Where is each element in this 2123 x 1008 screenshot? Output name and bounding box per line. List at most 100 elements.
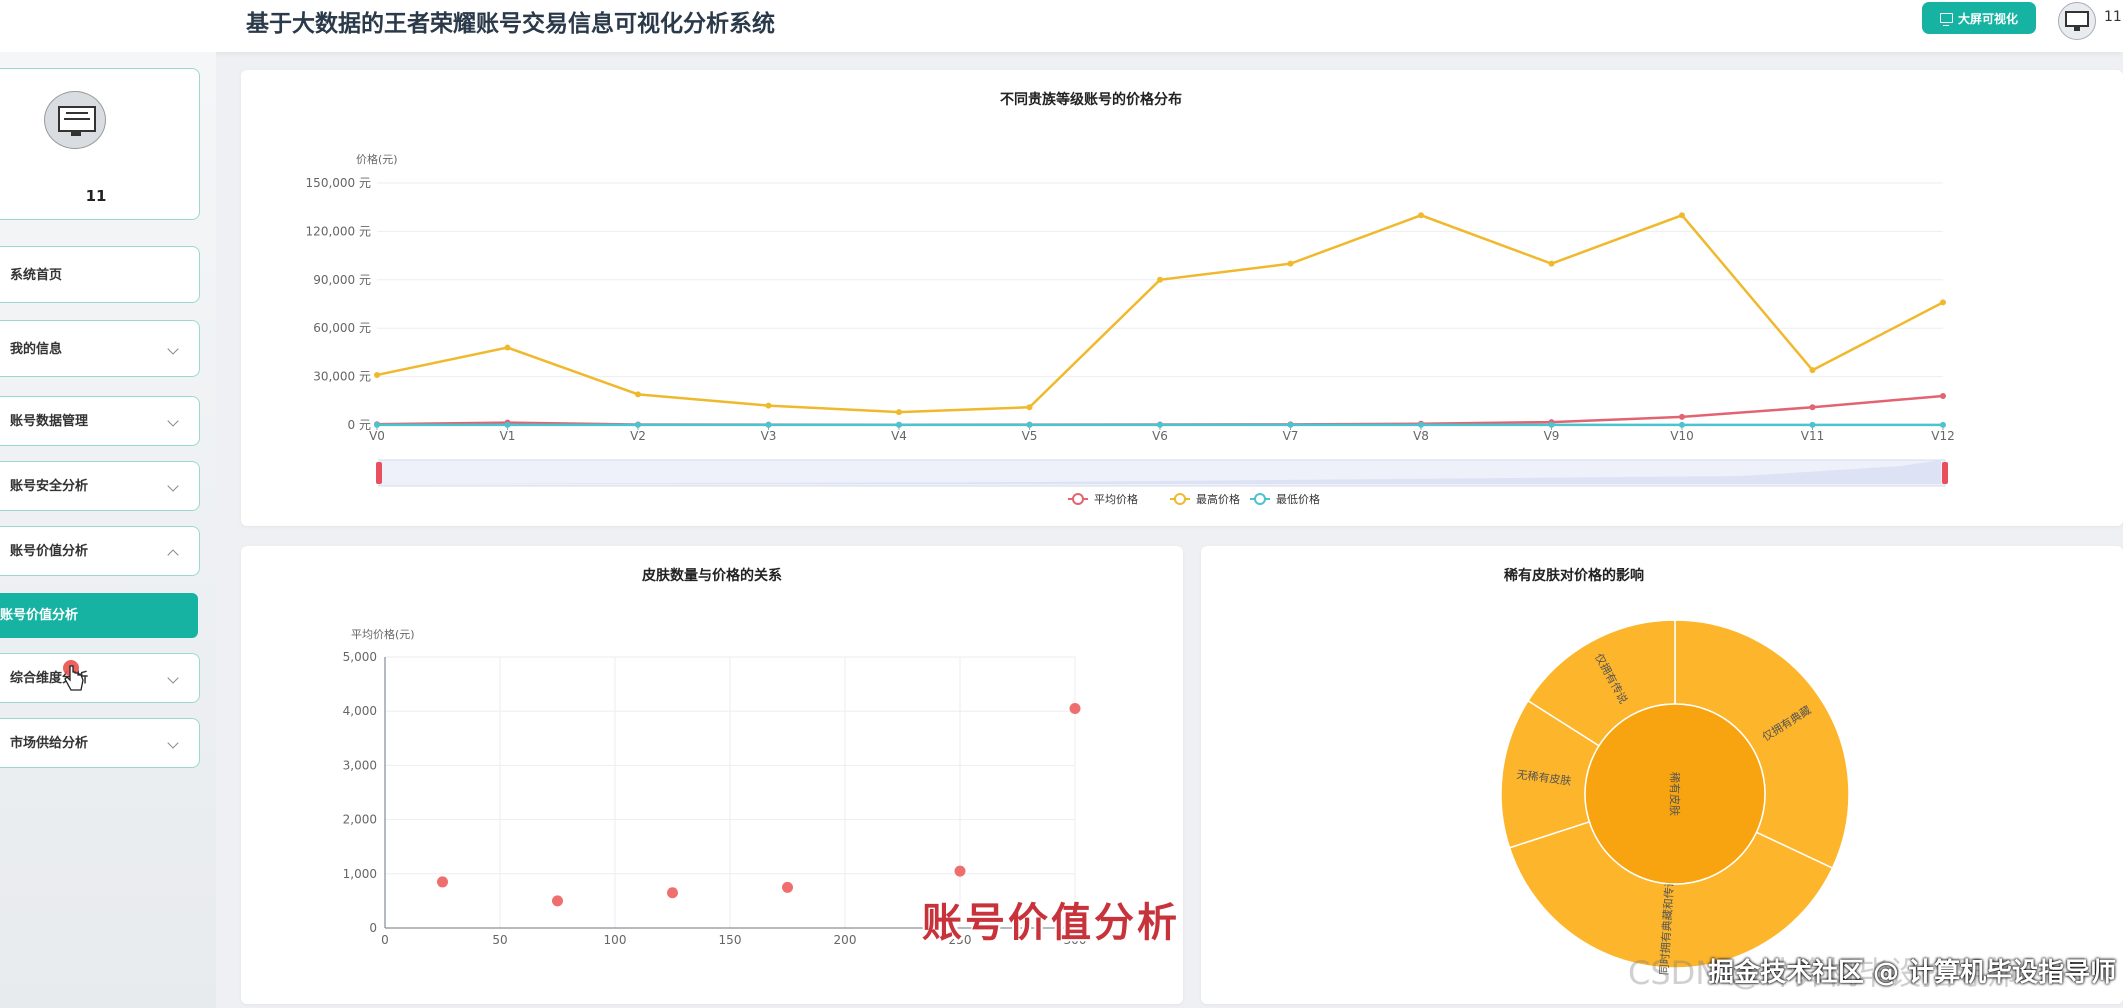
chevron-down-icon	[167, 415, 179, 427]
bigscreen-label: 大屏可视化	[1957, 11, 2018, 26]
chevron-up-icon	[167, 549, 179, 561]
sidebar: 11 系统首页 我的信息 账号数据管理 账号安全分析 账号价值分析 账号价值分析…	[0, 52, 216, 1008]
scatter-point[interactable]	[667, 887, 678, 899]
legend-marker	[1072, 493, 1084, 505]
y-tick-label: 120,000 元	[306, 224, 371, 238]
y-tick-label: 0	[369, 921, 377, 935]
data-point	[1026, 404, 1033, 411]
x-tick-label: V8	[1413, 429, 1429, 443]
sidebar-item-label: 账号价值分析	[10, 544, 89, 559]
data-point	[1026, 421, 1033, 428]
legend-label: 最低价格	[1276, 492, 1320, 506]
data-point	[1809, 367, 1816, 374]
legend-item[interactable]: 平均价格	[1068, 492, 1138, 506]
data-point	[1679, 413, 1685, 420]
y-axis-label: 价格(元)	[356, 152, 398, 166]
data-point	[374, 421, 380, 428]
data-point	[1679, 421, 1685, 428]
x-tick-label: V0	[369, 429, 385, 443]
x-tick-label: 200	[834, 933, 857, 947]
x-tick-label: V6	[1152, 429, 1168, 443]
header-username[interactable]: 11	[2104, 9, 2122, 25]
data-point	[1940, 299, 1946, 306]
data-point	[504, 421, 511, 428]
y-axis-label: 平均价格(元)	[351, 627, 415, 641]
sidebar-subitem-account-value-analysis[interactable]: 账号价值分析	[0, 593, 198, 638]
sidebar-item-market-supply[interactable]: 市场供给分析	[0, 718, 200, 768]
y-tick-label: 4,000	[343, 704, 377, 718]
data-point	[374, 371, 380, 378]
x-tick-label: V4	[891, 429, 907, 443]
sidebar-item-home[interactable]: 系统首页	[0, 246, 200, 303]
price-distribution-panel: 不同贵族等级账号的价格分布 价格(元) 0 元 30,000 元 60,000 元 90…	[241, 70, 2123, 526]
zoom-handle-right	[1942, 462, 1948, 484]
data-point	[765, 421, 772, 428]
app-title: 基于大数据的王者荣耀账号交易信息可视化分析系统	[246, 11, 775, 37]
x-tick-label: V7	[1283, 429, 1299, 443]
x-tick-label: V12	[1931, 429, 1954, 443]
x-tick-label: 150	[719, 933, 742, 947]
data-point	[1418, 421, 1424, 428]
scatter-point[interactable]	[782, 881, 793, 893]
hand-cursor-icon	[64, 665, 84, 691]
data-point	[1809, 404, 1816, 411]
sidebar-item-account-security[interactable]: 账号安全分析	[0, 461, 200, 511]
chevron-down-icon	[167, 480, 179, 492]
legend-item[interactable]: 最高价格	[1170, 492, 1240, 506]
legend-marker	[1254, 493, 1266, 505]
juejin-watermark: 掘金技术社区 @ 计算机毕设指导师	[1708, 958, 2117, 988]
sidebar-item-label: 系统首页	[10, 268, 63, 283]
x-tick-label: V5	[1022, 429, 1038, 443]
y-tick-label: 5,000	[343, 650, 377, 664]
bigscreen-button[interactable]: 大屏可视化	[1922, 2, 2036, 34]
chevron-down-icon	[167, 737, 179, 749]
top-header: 基于大数据的王者荣耀账号交易信息可视化分析系统 大屏可视化 11	[0, 0, 2123, 52]
legend-item[interactable]: 最低价格	[1250, 492, 1320, 506]
header-avatar[interactable]	[2058, 2, 2096, 40]
data-point	[1418, 212, 1424, 219]
sidebar-item-label: 市场供给分析	[10, 736, 89, 751]
data-point	[1548, 421, 1555, 428]
chevron-down-icon	[167, 672, 179, 684]
x-tick-label: V2	[630, 429, 646, 443]
data-point	[1157, 421, 1163, 428]
data-point	[1809, 421, 1816, 428]
sidebar-avatar	[44, 91, 106, 149]
monitor-icon	[1939, 13, 1953, 26]
data-point	[896, 421, 902, 428]
sidebar-item-account-data[interactable]: 账号数据管理	[0, 396, 200, 446]
x-tick-label: 100	[604, 933, 627, 947]
scatter-point[interactable]	[954, 865, 966, 877]
scatter-point[interactable]	[437, 876, 448, 888]
x-tick-label: V3	[761, 429, 777, 443]
sidebar-item-my-info[interactable]: 我的信息	[0, 320, 200, 377]
line-chart[interactable]: 价格(元) 0 元 30,000 元 60,000 元 90,000 元 120,000 …	[241, 70, 2123, 526]
series-line	[376, 213, 1944, 414]
sidebar-username: 11	[85, 187, 107, 205]
y-tick-label: 150,000 元	[306, 176, 371, 190]
chevron-down-icon	[167, 343, 179, 355]
y-tick-label: 30,000 元	[313, 370, 371, 384]
legend-label: 平均价格	[1094, 492, 1138, 506]
y-tick-label: 3,000	[343, 758, 377, 772]
sidebar-item-account-value[interactable]: 账号价值分析	[0, 526, 200, 576]
sidebar-item-label: 账号安全分析	[10, 479, 89, 494]
data-point	[765, 402, 772, 409]
sunburst-chart[interactable]: 仅拥有典藏同时拥有典藏和传说无稀有皮肤仅拥有传说稀有皮肤	[1201, 546, 2123, 1004]
scatter-point[interactable]	[1069, 702, 1081, 714]
y-tick-label: 0 元	[348, 418, 371, 432]
y-tick-label: 2,000	[343, 813, 377, 827]
sidebar-item-label: 我的信息	[10, 342, 63, 357]
computer-icon	[58, 106, 96, 132]
data-point	[1940, 392, 1946, 399]
x-tick-label: V11	[1801, 429, 1824, 443]
x-tick-label: V9	[1544, 429, 1560, 443]
sidebar-item-composite[interactable]: 综合维度分析	[0, 653, 200, 703]
data-point	[1679, 212, 1685, 219]
scatter-point[interactable]	[552, 895, 563, 907]
rare-skin-panel: 稀有皮肤对价格的影响 仅拥有典藏 同时拥有典藏和传说 无稀有皮肤 仅拥有传说 稀有皮肤	[1201, 546, 2123, 1004]
legend-label: 最高价格	[1196, 492, 1240, 506]
y-tick-label: 90,000 元	[313, 273, 371, 287]
data-point	[1287, 421, 1294, 428]
data-point	[896, 409, 902, 416]
